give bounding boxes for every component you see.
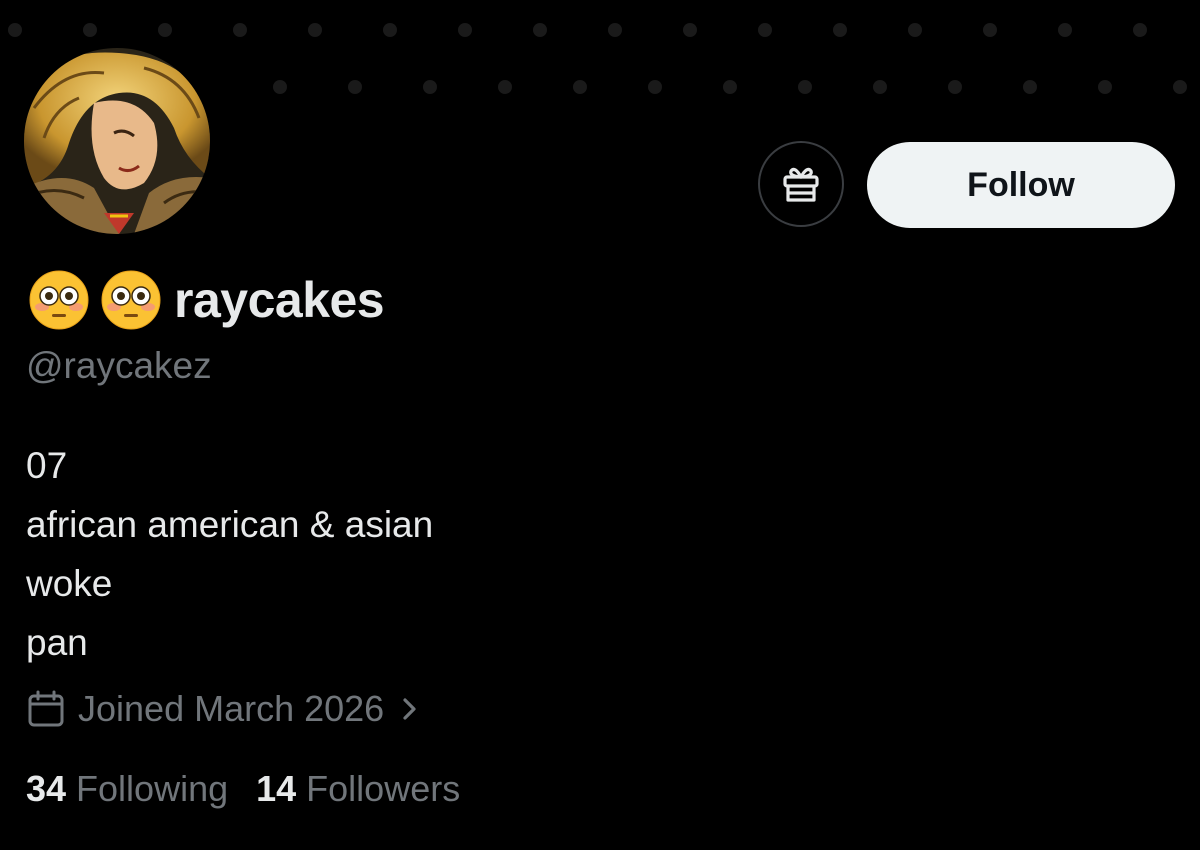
bio: 07 african american & asian woke pan bbox=[26, 436, 433, 672]
following-label: Following bbox=[76, 768, 229, 809]
followers-label: Followers bbox=[306, 768, 461, 809]
bio-line: african american & asian bbox=[26, 504, 434, 545]
display-name: raycakes bbox=[174, 272, 385, 328]
follow-button[interactable]: Follow bbox=[867, 142, 1175, 228]
bio-line: woke bbox=[26, 563, 113, 604]
joined-date: Joined March 2026 bbox=[78, 688, 385, 729]
calendar-icon bbox=[28, 690, 64, 727]
followers-link[interactable]: 14 Followers bbox=[256, 768, 460, 810]
flushed-face-emoji bbox=[101, 270, 161, 330]
flushed-face-emoji bbox=[29, 270, 89, 330]
bio-line: 07 bbox=[26, 445, 68, 486]
gift-icon bbox=[783, 167, 819, 202]
bio-line: pan bbox=[26, 622, 88, 663]
joined-date-link[interactable]: Joined March 2026 bbox=[26, 686, 420, 732]
avatar[interactable] bbox=[24, 48, 210, 234]
profile-stats: 34 Following 14 Followers bbox=[26, 766, 488, 812]
user-handle: @raycakez bbox=[26, 345, 212, 386]
gift-button[interactable] bbox=[758, 141, 844, 227]
following-link[interactable]: 34 Following bbox=[26, 768, 228, 810]
chevron-right-icon bbox=[403, 698, 416, 720]
avatar-image bbox=[24, 48, 210, 234]
display-name-row: raycakes bbox=[28, 268, 385, 332]
followers-count: 14 bbox=[256, 768, 297, 809]
following-count: 34 bbox=[26, 768, 67, 809]
